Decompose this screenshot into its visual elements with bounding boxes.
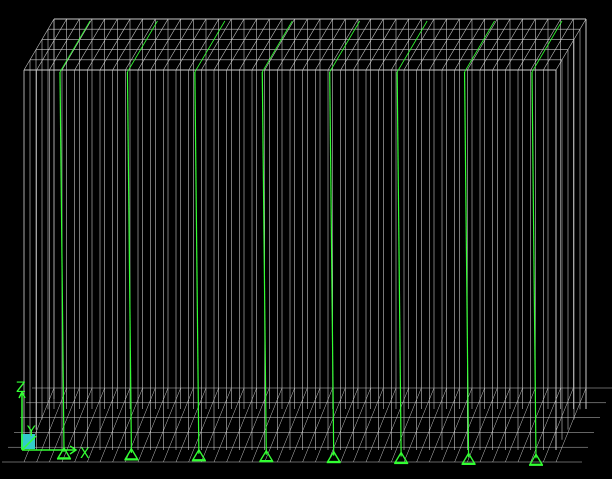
column-frame-line xyxy=(329,71,335,456)
structural-model-3d-view[interactable]: Z Y X xyxy=(0,0,612,479)
column-frame-line xyxy=(396,71,402,457)
floor-grid-mesh xyxy=(2,387,612,463)
axis-triad: Z Y X xyxy=(16,380,90,462)
supports-group xyxy=(56,446,544,466)
frame-beam-line xyxy=(396,20,428,73)
wall-mesh xyxy=(23,18,587,450)
column-frame-line xyxy=(194,71,200,454)
roof-mesh-line xyxy=(36,18,67,71)
frame-beam-line xyxy=(464,20,495,73)
frame-beam-line xyxy=(261,20,293,73)
column-frame-line xyxy=(126,71,133,453)
model-viewport[interactable]: Z Y X xyxy=(0,0,612,479)
frame-beam-line xyxy=(59,20,91,73)
column-frames xyxy=(59,20,563,459)
frame-beam-line xyxy=(329,20,361,73)
x-axis-label: X xyxy=(80,446,90,462)
column-frame-line xyxy=(261,71,267,455)
frame-beam-line xyxy=(194,20,226,73)
y-axis-label: Y xyxy=(26,424,36,440)
roof-mesh-line xyxy=(23,18,55,71)
z-axis-label: Z xyxy=(16,380,26,396)
column-frame-line xyxy=(463,71,470,458)
